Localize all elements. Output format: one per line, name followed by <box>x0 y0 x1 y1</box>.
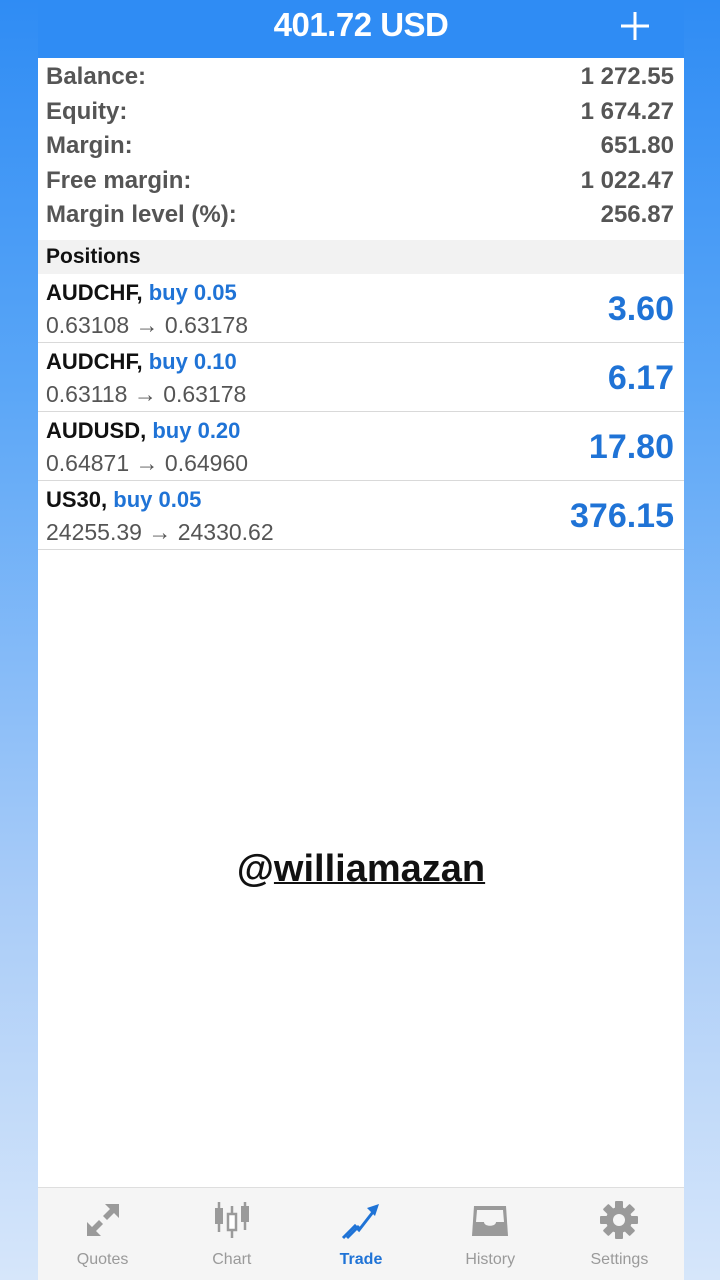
summary-value: 1 022.47 <box>580 166 674 194</box>
position-prices: 0.63118 → 0.63178 <box>46 381 247 407</box>
positions-list: AUDCHF, buy 0.05 0.63108 → 0.63178 3.60 … <box>38 274 684 550</box>
summary-label: Margin level (%): <box>46 201 237 229</box>
summary-label: Free margin: <box>46 166 192 194</box>
trade-trend-icon <box>341 1204 379 1240</box>
summary-value: 651.80 <box>600 132 674 160</box>
position-side: buy 0.10 <box>148 349 237 374</box>
account-summary: Balance: 1 272.55 Equity: 1 674.27 Margi… <box>38 60 684 233</box>
position-profit: 3.60 <box>607 290 674 328</box>
inbox-tray-icon <box>472 1206 509 1236</box>
tab-label: Trade <box>339 1251 383 1268</box>
app-screen: 401.72 USD Balance: 1 272.55 Equity: 1 6… <box>38 0 684 1280</box>
tab-label: Settings <box>590 1251 649 1268</box>
summary-value: 1 674.27 <box>580 97 674 125</box>
summary-row-margin: Margin: 651.80 <box>38 129 684 164</box>
summary-label: Equity: <box>46 97 128 125</box>
add-order-button[interactable] <box>618 2 652 48</box>
plus-icon <box>621 12 649 40</box>
watermark-at: @ <box>236 848 274 890</box>
position-symbol: AUDUSD, <box>46 418 147 443</box>
position-profit: 6.17 <box>607 359 674 397</box>
summary-value: 256.87 <box>600 201 674 229</box>
tab-label: History <box>465 1251 516 1268</box>
position-symbol: US30, <box>46 487 108 512</box>
position-row[interactable]: AUDCHF, buy 0.10 0.63118 → 0.63178 6.17 <box>38 343 684 412</box>
candlestick-chart-icon <box>214 1202 249 1238</box>
positions-section-header: Positions <box>38 240 684 274</box>
tab-chart[interactable]: Chart <box>167 1188 296 1280</box>
position-row[interactable]: AUDCHF, buy 0.05 0.63108 → 0.63178 3.60 <box>38 274 684 343</box>
tab-trade[interactable]: Trade <box>296 1188 425 1280</box>
position-prices: 24255.39 → 24330.62 <box>46 519 274 545</box>
position-symbol: AUDCHF, <box>46 349 143 374</box>
quotes-arrows-icon <box>86 1204 119 1236</box>
position-side: buy 0.05 <box>148 280 237 305</box>
watermark-username: williamazan <box>273 848 486 890</box>
gear-icon <box>600 1201 639 1239</box>
position-profit: 376.15 <box>570 497 674 535</box>
position-profit: 17.80 <box>588 428 674 466</box>
position-prices: 0.64871 → 0.64960 <box>46 450 249 476</box>
tab-label: Quotes <box>76 1251 129 1268</box>
summary-label: Balance: <box>46 63 147 91</box>
position-row[interactable]: AUDUSD, buy 0.20 0.64871 → 0.64960 17.80 <box>38 412 684 481</box>
tab-history[interactable]: History <box>426 1188 555 1280</box>
tab-settings[interactable]: Settings <box>555 1188 684 1280</box>
summary-row-margin-level: Margin level (%): 256.87 <box>38 198 684 233</box>
summary-label: Margin: <box>46 132 133 160</box>
summary-row-equity: Equity: 1 674.27 <box>38 95 684 130</box>
tab-label: Chart <box>212 1251 252 1268</box>
tab-quotes[interactable]: Quotes <box>38 1188 167 1280</box>
watermark-handle: @williamazan <box>38 848 684 891</box>
top-bar: 401.72 USD <box>38 0 684 58</box>
summary-row-free-margin: Free margin: 1 022.47 <box>38 164 684 199</box>
position-row[interactable]: US30, buy 0.05 24255.39 → 24330.62 376.1… <box>38 481 684 550</box>
position-side: buy 0.05 <box>113 487 202 512</box>
position-symbol: AUDCHF, <box>46 280 143 305</box>
position-prices: 0.63108 → 0.63178 <box>46 312 249 338</box>
account-profit-title: 401.72 USD <box>273 6 449 43</box>
position-side: buy 0.20 <box>152 418 241 443</box>
summary-row-balance: Balance: 1 272.55 <box>38 60 684 95</box>
bottom-tab-bar: Quotes Chart Trade History Settings <box>38 1187 684 1280</box>
summary-value: 1 272.55 <box>580 63 674 91</box>
